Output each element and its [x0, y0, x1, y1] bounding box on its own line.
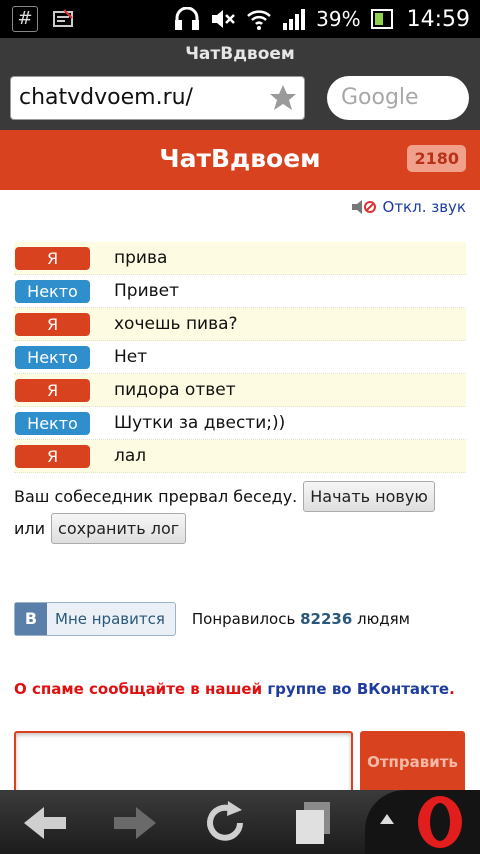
spam-text: О спаме сообщайте в нашей — [14, 680, 263, 698]
search-placeholder[interactable]: Google — [341, 85, 419, 110]
chat-message: Некто Нет — [14, 341, 466, 374]
author-badge-me: Я — [15, 312, 90, 336]
battery-percent: 39% — [316, 7, 361, 31]
back-arrow-icon[interactable] — [20, 798, 70, 848]
speaker-mute-icon[interactable] — [351, 198, 377, 216]
like-count: 82236 — [300, 610, 353, 628]
forward-arrow-icon[interactable] — [110, 798, 160, 848]
news-icon — [53, 9, 73, 27]
chat-message: Я хочешь пива? — [14, 308, 466, 341]
tabs-icon[interactable] — [290, 798, 340, 848]
bookmark-star-icon[interactable] — [268, 83, 298, 113]
save-log-button[interactable]: сохранить лог — [51, 512, 187, 544]
message-text: хочешь пива? — [114, 314, 238, 334]
vk-like-label[interactable]: Мне нравится — [47, 610, 175, 628]
opera-menu-area[interactable] — [365, 790, 480, 854]
message-text: Шутки за двести;)) — [114, 413, 286, 433]
author-badge-me: Я — [15, 246, 90, 270]
chat-message: Я лал — [14, 440, 466, 473]
or-label: или — [14, 518, 46, 538]
url-text[interactable]: chatvdvoem.ru/ — [19, 85, 193, 110]
author-badge-stranger: Некто — [15, 279, 90, 303]
chat-message: Некто Привет — [14, 275, 466, 308]
chat-message: Некто Шутки за двести;)) — [14, 407, 466, 440]
message-input[interactable] — [14, 731, 353, 793]
author-badge-me: Я — [15, 378, 90, 402]
chat-log: Я прива Некто Привет Я хочешь пива? Нект… — [14, 242, 466, 473]
vk-like-button[interactable]: В Мне нравится — [14, 602, 176, 636]
wifi-icon — [247, 10, 271, 30]
reload-icon[interactable] — [200, 798, 250, 848]
message-text: лал — [114, 446, 147, 466]
like-suffix: людям — [357, 610, 410, 628]
opera-logo-icon[interactable] — [413, 794, 467, 850]
clock: 14:59 — [406, 6, 470, 32]
spam-end: . — [449, 680, 455, 698]
search-bar[interactable]: Google — [327, 76, 469, 120]
headphones-icon — [175, 7, 200, 30]
sound-toggle[interactable]: Откл. звук — [351, 198, 466, 216]
browser-page-title: ЧатВдвоем — [185, 44, 295, 64]
address-bar[interactable]: chatvdvoem.ru/ — [10, 76, 305, 120]
vk-logo-icon: В — [15, 603, 47, 635]
screen: # 39% 14:59 ЧатВдвоем chatvdvoem.ru/ Goo… — [0, 0, 480, 854]
conversation-ended: Ваш собеседник прервал беседу. Начать но… — [14, 480, 466, 544]
battery-icon — [370, 9, 393, 29]
mute-icon — [212, 10, 236, 28]
signal-icon — [283, 9, 306, 30]
vk-group-link[interactable]: группе во ВКонтакте — [267, 680, 449, 698]
start-new-button[interactable]: Начать новую — [303, 480, 435, 512]
author-badge-me: Я — [15, 444, 90, 468]
hash-icon: # — [12, 6, 38, 32]
message-text: Привет — [114, 281, 180, 301]
like-row: В Мне нравится Понравилось 82236 людям — [14, 602, 410, 636]
send-button[interactable]: Отправить — [360, 731, 465, 793]
status-bar: # 39% 14:59 — [0, 0, 480, 38]
like-prefix: Понравилось — [191, 610, 296, 628]
author-badge-stranger: Некто — [15, 345, 90, 369]
chat-message: Я пидора ответ — [14, 374, 466, 407]
ended-message: Ваш собеседник прервал беседу. — [14, 486, 298, 506]
message-text: Нет — [114, 347, 148, 367]
spam-notice: О спаме сообщайте в нашей группе во ВКон… — [14, 680, 455, 698]
message-text: пидора ответ — [114, 380, 236, 400]
online-count-badge: 2180 — [407, 145, 466, 172]
sound-toggle-link[interactable]: Откл. звук — [383, 198, 466, 216]
browser-toolbar: ЧатВдвоем chatvdvoem.ru/ Google — [0, 38, 480, 130]
like-count-text: Понравилось 82236 людям — [192, 610, 410, 628]
author-badge-stranger: Некто — [15, 411, 90, 435]
menu-up-icon[interactable] — [379, 812, 395, 826]
chat-message: Я прива — [14, 242, 466, 275]
message-text: прива — [114, 248, 168, 268]
browser-bottom-bar — [0, 790, 480, 854]
site-header: ЧатВдвоем 2180 — [0, 130, 480, 190]
